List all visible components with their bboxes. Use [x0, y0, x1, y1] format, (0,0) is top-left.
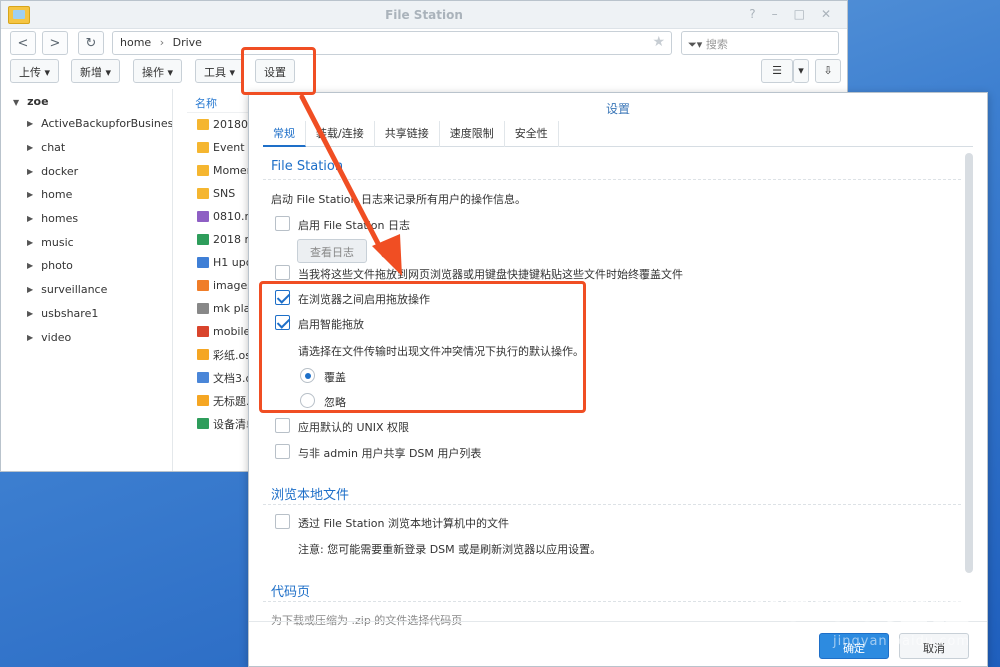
baidu-watermark: Baidu经验 jingyan.baidu.com [751, 573, 970, 649]
watermark-url: jingyan.baidu.com [833, 634, 970, 649]
watermark-brand: Baidu经验 [751, 582, 970, 631]
annotation-arrow-icon [299, 94, 402, 276]
